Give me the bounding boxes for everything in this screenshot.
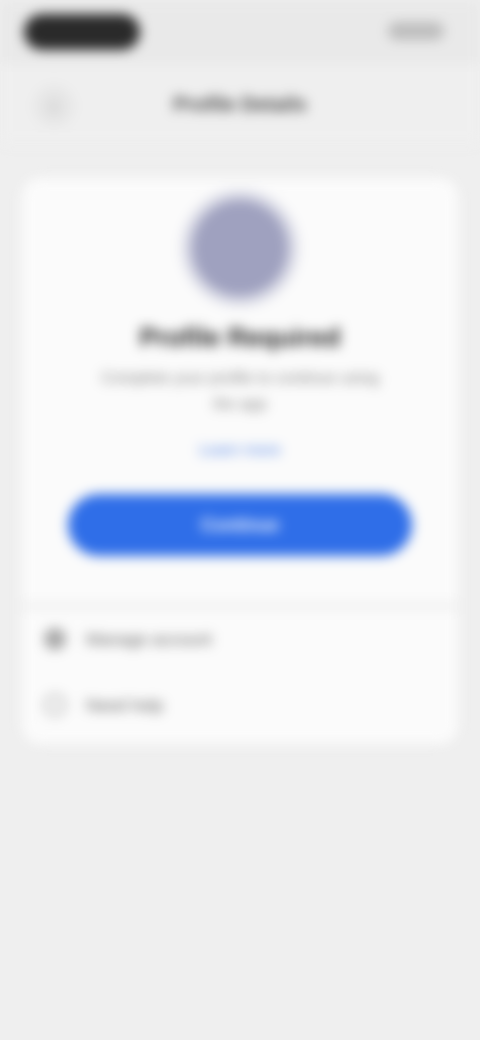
app-screen: ‹ Profile Details Profile Required Compl… xyxy=(0,0,480,1040)
card-description: Complete your profile to continue using … xyxy=(101,370,379,413)
header: ‹ Profile Details xyxy=(0,64,480,144)
continue-button[interactable]: Continue xyxy=(68,494,412,556)
back-button[interactable]: ‹ xyxy=(34,86,74,126)
learn-more-link[interactable]: Learn more xyxy=(142,442,338,460)
option-manage-account[interactable]: Manage account xyxy=(38,616,442,666)
status-icons xyxy=(388,22,444,40)
option-label: Manage account xyxy=(86,630,212,649)
option-help[interactable]: Need help xyxy=(38,682,442,732)
profile-card: Profile Required Complete your profile t… xyxy=(22,178,458,744)
avatar xyxy=(192,200,288,296)
dynamic-island xyxy=(24,14,140,50)
back-icon: ‹ xyxy=(50,92,58,119)
option-label: Need help xyxy=(86,696,164,715)
status-bar xyxy=(0,0,480,64)
divider xyxy=(22,602,458,610)
account-icon xyxy=(44,628,66,650)
card-title: Profile Required xyxy=(139,322,341,352)
help-icon xyxy=(44,694,66,716)
page-title: Profile Details xyxy=(173,94,307,116)
